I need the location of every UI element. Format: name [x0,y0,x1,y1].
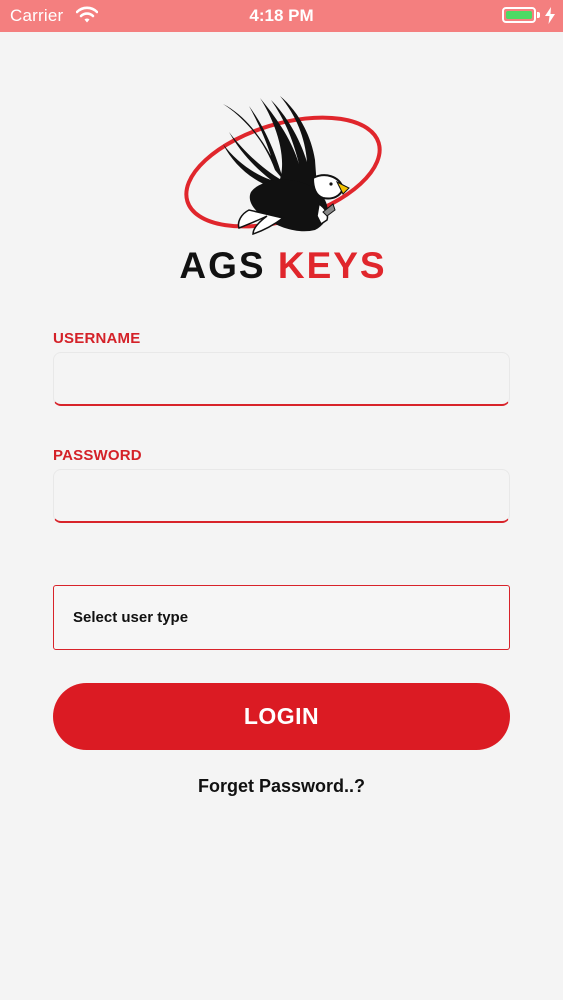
username-label: USERNAME [53,330,141,347]
forget-password-link[interactable]: Forget Password..? [0,776,563,797]
username-field[interactable] [53,352,510,406]
battery-fill [506,11,532,19]
user-type-select[interactable]: Select user type [53,585,510,650]
password-label: PASSWORD [53,447,142,464]
battery-icon [502,7,536,23]
user-type-placeholder: Select user type [73,609,189,626]
login-button[interactable]: LOGIN [53,683,510,750]
charging-icon [545,7,555,29]
battery-tip [537,12,540,18]
clock: 4:18 PM [249,6,314,25]
app-logo-text: AGS KEYS [178,245,388,287]
brand-ags: AGS [179,245,266,286]
status-bar: Carrier 4:18 PM [0,0,563,32]
password-field[interactable] [53,469,510,523]
brand-keys: KEYS [277,245,387,286]
